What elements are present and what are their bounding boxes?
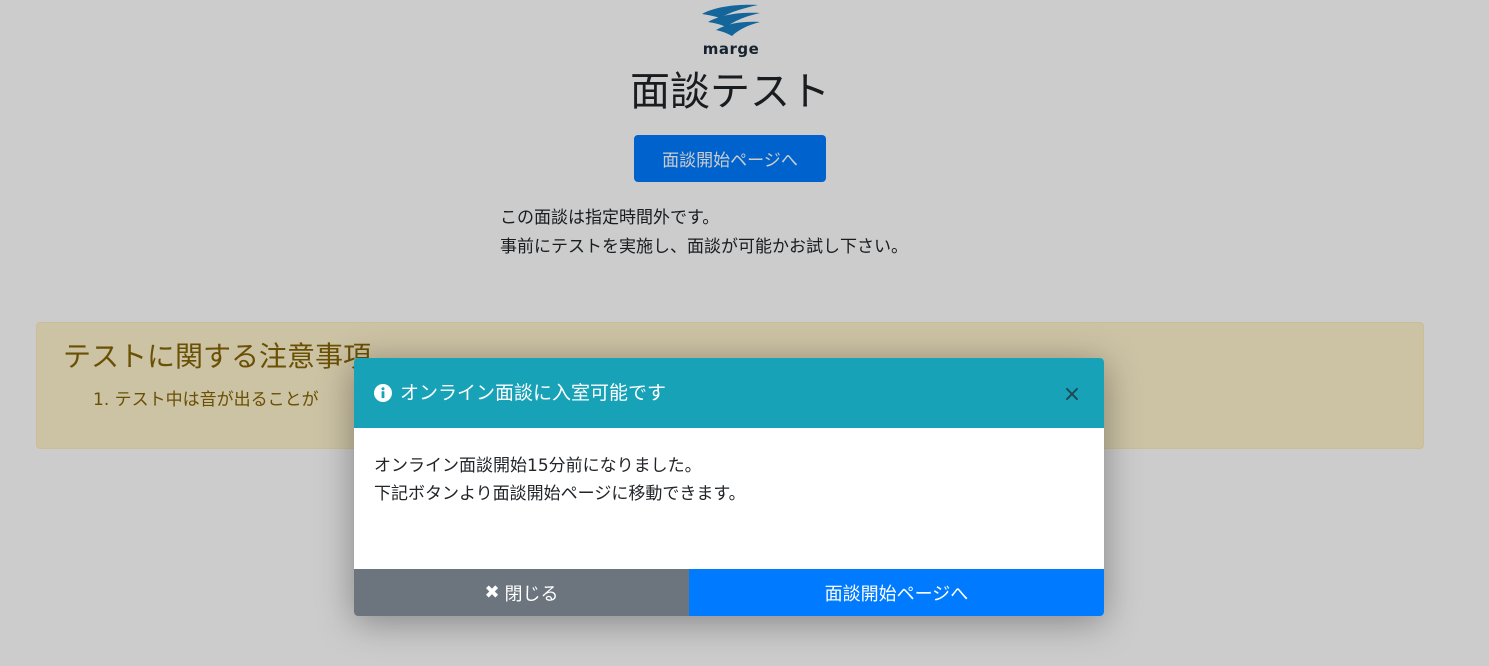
info-circle-icon: [374, 384, 392, 402]
modal-body-line: 下記ボタンより面談開始ページに移動できます。: [374, 484, 746, 504]
go-to-interview-button[interactable]: 面談開始ページへ: [689, 569, 1104, 616]
close-button[interactable]: ✖ 閉じる: [354, 569, 689, 616]
modal-body: オンライン面談開始15分前になりました。 下記ボタンより面談開始ページに移動でき…: [374, 452, 746, 508]
modal-body-line: オンライン面談開始15分前になりました。: [374, 456, 702, 476]
modal-close-icon[interactable]: ×: [1060, 383, 1084, 407]
modal-header: オンライン面談に入室可能です ×: [354, 358, 1104, 428]
entry-available-modal: オンライン面談に入室可能です × オンライン面談開始15分前になりました。 下記…: [354, 358, 1104, 616]
close-button-label: 閉じる: [504, 583, 559, 605]
modal-title: オンライン面談に入室可能です: [400, 382, 667, 404]
x-icon: ✖: [484, 582, 500, 603]
